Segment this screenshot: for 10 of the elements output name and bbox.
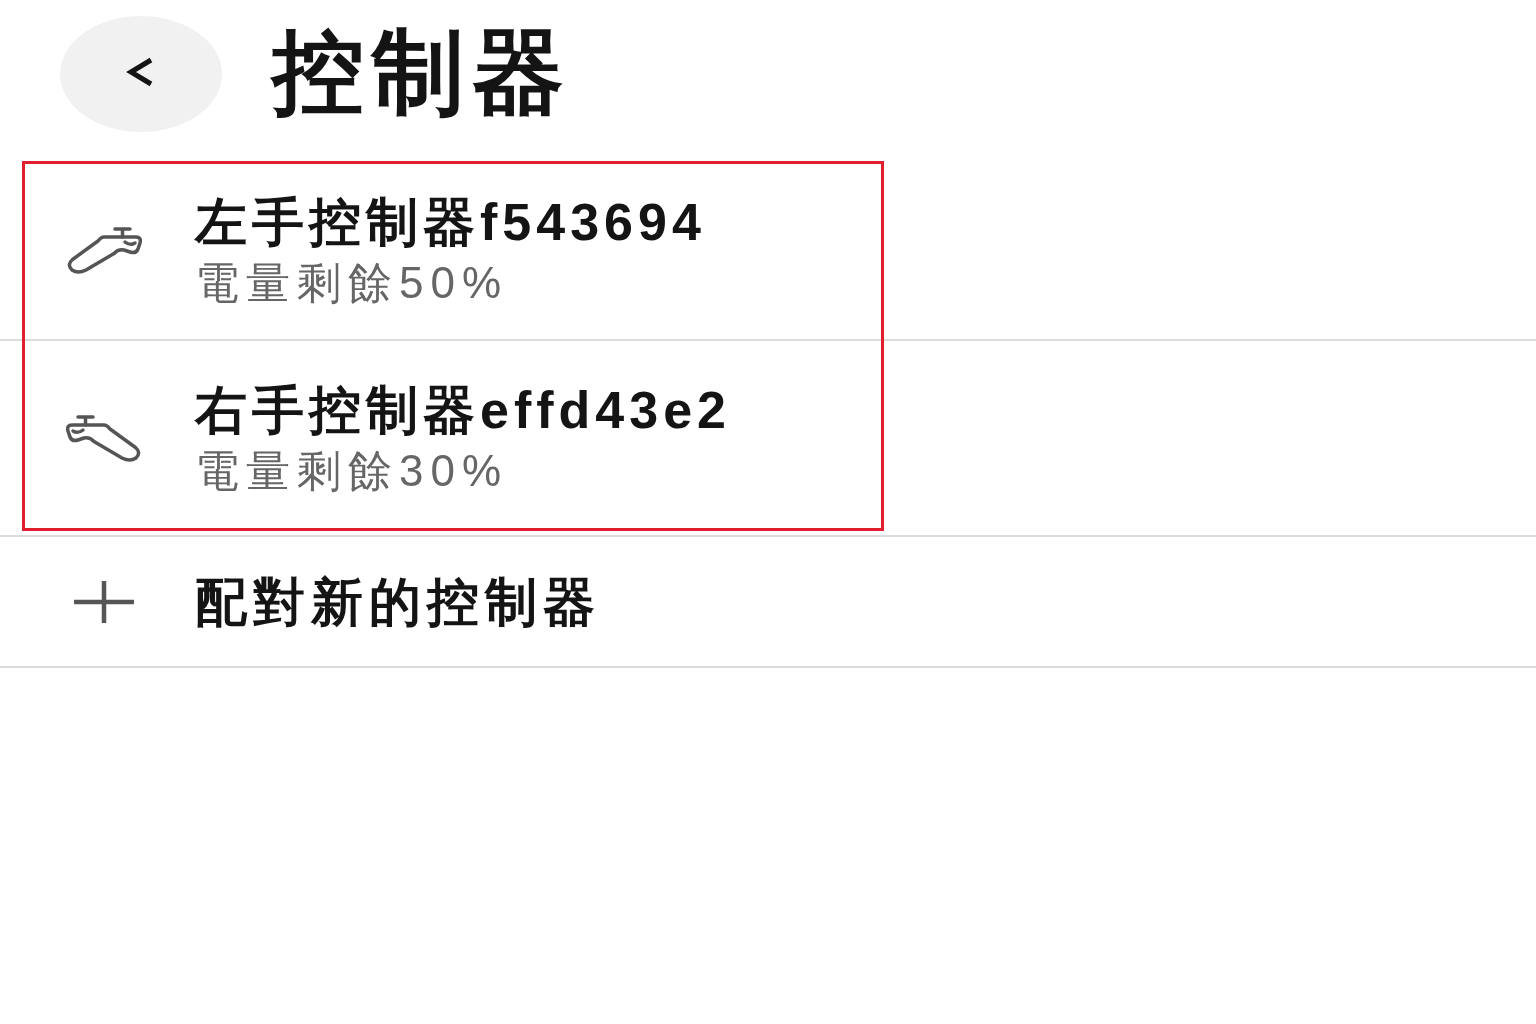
pair-controller-button[interactable]: 配對新的控制器 [74,572,601,631]
battery-status: 電量剩餘50% [195,259,510,307]
chevron-left-icon [126,57,154,87]
controller-icon [66,226,142,274]
controller-name: 左手控制器f543694 [195,193,706,251]
controller-icon [66,414,142,462]
battery-status: 電量剩餘30% [195,447,510,495]
page-title: 控制器 [272,20,572,124]
controller-name: 右手控制器effd43e2 [195,381,731,439]
plus-icon [74,580,134,623]
